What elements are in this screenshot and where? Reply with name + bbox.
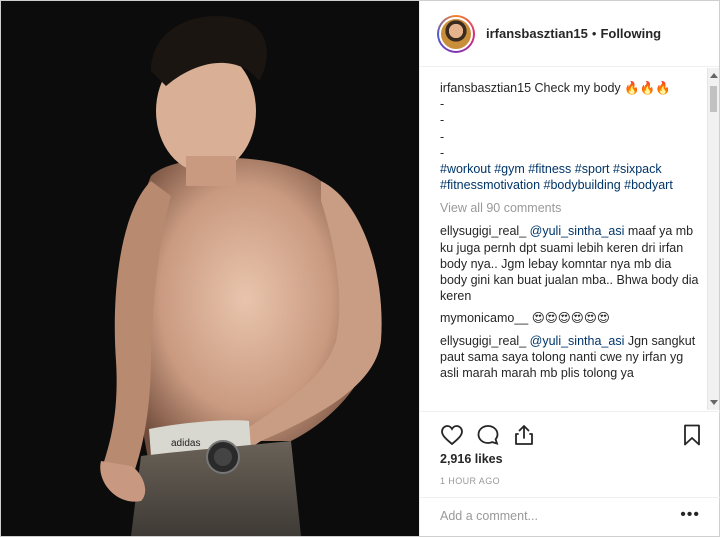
comment-text: 😍😍😍😍😍😍 xyxy=(531,311,610,326)
avatar[interactable] xyxy=(437,14,475,53)
comment-username[interactable]: ellysugigi_real_ xyxy=(440,224,526,238)
heart-icon[interactable] xyxy=(440,423,464,447)
scroll-thumb[interactable] xyxy=(710,86,717,112)
post-sidebar: irfansbasztian15 • Following irfansbaszt… xyxy=(419,1,720,536)
header-username[interactable]: irfansbasztian15 xyxy=(486,26,588,41)
comment-username[interactable]: ellysugigi_real_ xyxy=(440,334,526,348)
view-all-comments-link[interactable]: View all 90 comments xyxy=(440,201,700,215)
add-comment-bar: ••• xyxy=(420,497,720,536)
share-icon[interactable] xyxy=(512,423,536,447)
comment-item: ellysugigi_real_ @yuli_sintha_asi maaf y… xyxy=(440,223,700,304)
comment-icon[interactable] xyxy=(476,423,500,447)
caption-dash: - xyxy=(440,97,445,112)
post-photo[interactable]: adidas xyxy=(1,1,419,536)
comments-list: irfansbasztian15 Check my body 🔥🔥🔥 - - -… xyxy=(420,68,720,410)
comment-item: mymonicamo__ 😍😍😍😍😍😍 xyxy=(440,310,700,326)
following-button[interactable]: Following xyxy=(600,26,661,41)
caption-username[interactable]: irfansbasztian15 xyxy=(440,81,531,95)
post-timestamp[interactable]: 1 HOUR AGO xyxy=(440,476,500,486)
comment-username[interactable]: mymonicamo__ xyxy=(440,311,528,325)
caption-dash: - xyxy=(440,129,445,144)
add-comment-input[interactable] xyxy=(440,509,660,523)
svg-text:adidas: adidas xyxy=(171,438,200,449)
avatar-image xyxy=(439,16,473,51)
bookmark-icon[interactable] xyxy=(680,423,704,447)
comment-mention[interactable]: @yuli_sintha_asi xyxy=(530,334,625,348)
likes-count[interactable]: 2,916 likes xyxy=(440,452,503,466)
post-header: irfansbasztian15 • Following xyxy=(420,1,719,67)
caption-dash: - xyxy=(440,113,445,128)
action-bar xyxy=(420,411,720,456)
caption-text: Check my body 🔥🔥🔥 xyxy=(534,81,671,95)
more-options-button[interactable]: ••• xyxy=(680,507,700,523)
caption-hashtags-line2[interactable]: #fitnessmotivation #bodybuilding #bodyar… xyxy=(440,177,700,193)
caption: irfansbasztian15 Check my body 🔥🔥🔥 xyxy=(440,80,700,96)
comments-scrollbar[interactable] xyxy=(707,68,719,410)
caption-dash: - xyxy=(440,145,445,160)
scroll-down-arrow-icon[interactable] xyxy=(710,400,718,405)
comment-item: ellysugigi_real_ @yuli_sintha_asi Jgn sa… xyxy=(440,333,700,382)
comment-mention[interactable]: @yuli_sintha_asi xyxy=(530,224,625,238)
scroll-up-arrow-icon[interactable] xyxy=(710,73,718,78)
header-separator: • xyxy=(591,26,597,41)
shirtless-man-photo: adidas xyxy=(1,1,419,536)
caption-hashtags-line1[interactable]: #workout #gym #fitness #sport #sixpack xyxy=(440,161,700,177)
